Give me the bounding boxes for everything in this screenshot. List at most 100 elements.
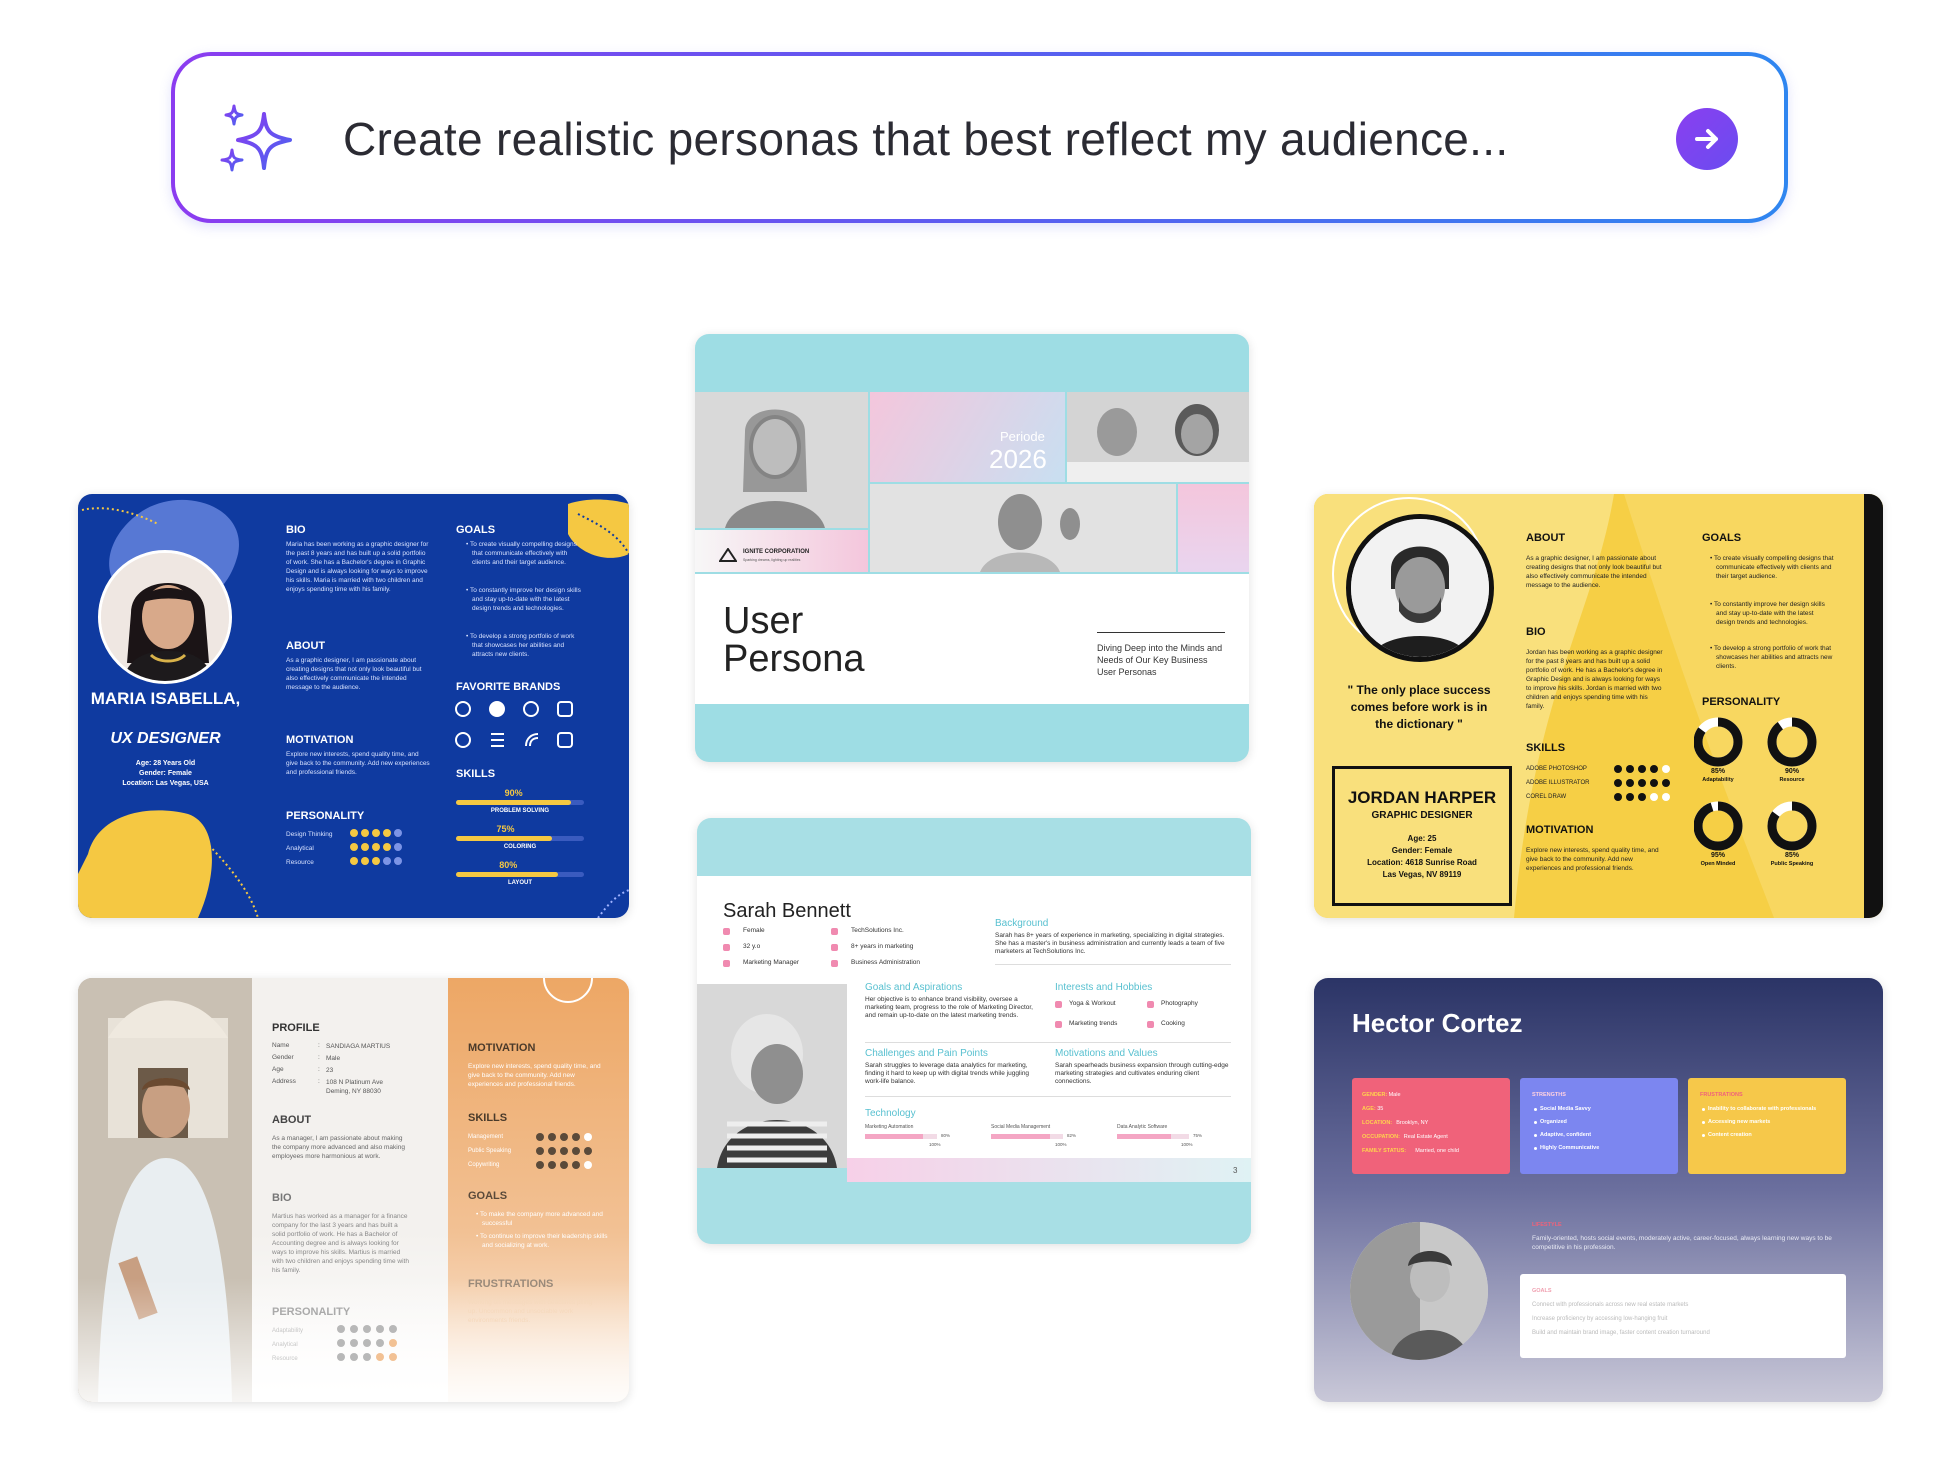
skill-dot — [1626, 765, 1634, 773]
skill-label: PROBLEM SOLVING — [490, 808, 550, 814]
challenges-text: Sarah struggles to leverage data analyti… — [865, 1062, 1030, 1085]
fact-icon — [831, 944, 838, 951]
personality-dot — [361, 857, 369, 865]
goal-item: Increase proficiency by accessing low-ha… — [1532, 1316, 1668, 1322]
motivations-heading: Motivations and Values — [1055, 1048, 1158, 1059]
donut-label: Public Speaking — [1770, 861, 1814, 867]
fact-text: TechSolutions Inc. — [851, 927, 904, 934]
about-heading: ABOUT — [286, 640, 326, 652]
donut-percent: 95% — [1710, 852, 1725, 859]
persona-card-sandiaga[interactable]: PROFILE ABOUT As a manager, I am passion… — [78, 978, 629, 1402]
skill-percent: 80% — [499, 860, 518, 870]
copy-icon — [557, 701, 573, 717]
personality-label: Resource — [272, 1356, 298, 1362]
fact-icon — [723, 960, 730, 967]
send-button[interactable] — [1676, 108, 1738, 170]
demographic-value: Real Estate Agent — [1403, 1134, 1448, 1140]
frustrations-heading: FRUSTRATIONS — [468, 1278, 554, 1290]
bullet — [1534, 1134, 1537, 1137]
technology-max: 100% — [1055, 1142, 1067, 1147]
reddit-icon — [523, 701, 539, 717]
prompt-text[interactable]: Create realistic personas that best refl… — [343, 112, 1508, 166]
frustrations-heading: FRUSTRATIONS — [1700, 1092, 1743, 1098]
skill-dot — [560, 1161, 568, 1169]
skill-dot — [572, 1147, 580, 1155]
stack-icon — [491, 733, 504, 747]
profile-value: 108 N Platinum Ave Deming, NY 88030 — [326, 1079, 383, 1095]
persona-role: UX DESIGNER — [110, 730, 221, 747]
bullet — [1534, 1121, 1537, 1124]
persona-card-hector[interactable]: Hector Cortez STRENGTHS FRUSTRATIONS LIF… — [1314, 978, 1883, 1402]
skill-label: ADOBE ILLUSTRATOR — [1526, 780, 1590, 786]
interest-text: Cooking — [1161, 1020, 1185, 1027]
technology-heading: Technology — [865, 1108, 916, 1119]
bio-heading: BIO — [286, 524, 306, 536]
goal-item: • To create visually compelling designs … — [1710, 555, 1834, 580]
skill-bar — [456, 872, 584, 877]
skill-percent: 75% — [496, 824, 515, 834]
goal-item: • To make the company more advanced and … — [476, 1211, 603, 1227]
goals-text: Her objective is to enhance brand visibi… — [865, 996, 1033, 1019]
subtitle: Diving Deep into the Minds and Needs of … — [1097, 643, 1223, 677]
company-tagline: Sparking dreams, lighting up realities — [743, 558, 801, 562]
donut-percent: 85% — [1784, 852, 1799, 859]
demographic-value: 35 — [1377, 1106, 1384, 1112]
persona-card-user-persona[interactable]: Periode 2026 IGNITE CORPORATION Sparking… — [695, 334, 1249, 762]
skills-heading: SKILLS — [468, 1112, 508, 1124]
fact-text: 8+ years in marketing — [851, 943, 914, 950]
arrow-right-icon — [1695, 129, 1718, 149]
personality-dot — [394, 829, 402, 837]
skill-dot — [584, 1133, 592, 1141]
interest-icon — [1147, 1021, 1154, 1028]
fact-text: Female — [743, 927, 765, 934]
persona-gender: Gender: Female — [139, 770, 192, 777]
frustrations-text: Working on messages with deadlines pilin… — [468, 1299, 593, 1324]
avatar — [98, 550, 232, 684]
technology-bar-fill — [991, 1134, 1051, 1139]
profile-key: Age — [272, 1066, 284, 1073]
prompt-input-wrapper[interactable]: Create realistic personas that best refl… — [175, 56, 1784, 219]
goal-item: Build and maintain brand image, faster c… — [1532, 1330, 1710, 1336]
personality-label: Adaptability — [272, 1328, 304, 1334]
strength-item: Adaptive, confident — [1540, 1132, 1592, 1138]
personality-heading: PERSONALITY — [1702, 696, 1781, 708]
skill-label: LAYOUT — [507, 880, 533, 886]
demographic-value: Brooklyn, NY — [1396, 1120, 1429, 1126]
personality-heading: PERSONALITY — [286, 810, 365, 822]
demographic-value: Male — [1388, 1092, 1401, 1098]
fact-text: Business Administration — [851, 959, 921, 966]
profile-value: 23 — [326, 1067, 334, 1074]
personality-dot — [394, 857, 402, 865]
skill-dot — [1638, 765, 1646, 773]
persona-age: Age: 25 — [1407, 834, 1437, 843]
photo-woman-smiling — [695, 392, 868, 528]
persona-name: MARIA ISABELLA, — [90, 689, 241, 708]
technology-label: Marketing Automation — [865, 1124, 914, 1130]
persona-card-maria[interactable]: MARIA ISABELLA, UX DESIGNER Age: 28 Year… — [78, 494, 629, 918]
challenges-heading: Challenges and Pain Points — [865, 1048, 988, 1059]
motivation-heading: MOTIVATION — [468, 1042, 536, 1054]
wifi-icon — [525, 733, 539, 747]
about-heading: ABOUT — [272, 1114, 312, 1126]
personality-label: Design Thinking — [286, 831, 333, 838]
demographic-key: AGE: — [1362, 1106, 1376, 1112]
technology-bar — [991, 1134, 1063, 1139]
personality-label: Analytical — [272, 1342, 298, 1348]
personality-dot — [372, 843, 380, 851]
skill-dot — [1662, 765, 1670, 773]
skill-dot — [548, 1147, 556, 1155]
divider — [995, 964, 1231, 965]
persona-card-sarah[interactable]: Sarah Bennett Background Sarah has 8+ ye… — [697, 818, 1251, 1244]
technology-max: 100% — [1181, 1142, 1193, 1147]
bio-text: Martius has worked as a manager for a fi… — [272, 1213, 409, 1274]
photo-man-smiling — [870, 484, 1176, 572]
goals-heading: GOALS — [1702, 532, 1742, 544]
personality-dots — [337, 1325, 397, 1361]
motivation-text: Explore new interests, spend quality tim… — [468, 1063, 601, 1088]
donut-label: Resource — [1779, 777, 1805, 783]
skill-dot — [1650, 793, 1658, 801]
prompt-bar[interactable]: Create realistic personas that best refl… — [171, 52, 1788, 223]
persona-card-jordan[interactable]: " The only place success comes before wo… — [1314, 494, 1883, 918]
personality-dot — [350, 857, 358, 865]
about-text: As a graphic designer, I am passionate a… — [1526, 555, 1662, 589]
